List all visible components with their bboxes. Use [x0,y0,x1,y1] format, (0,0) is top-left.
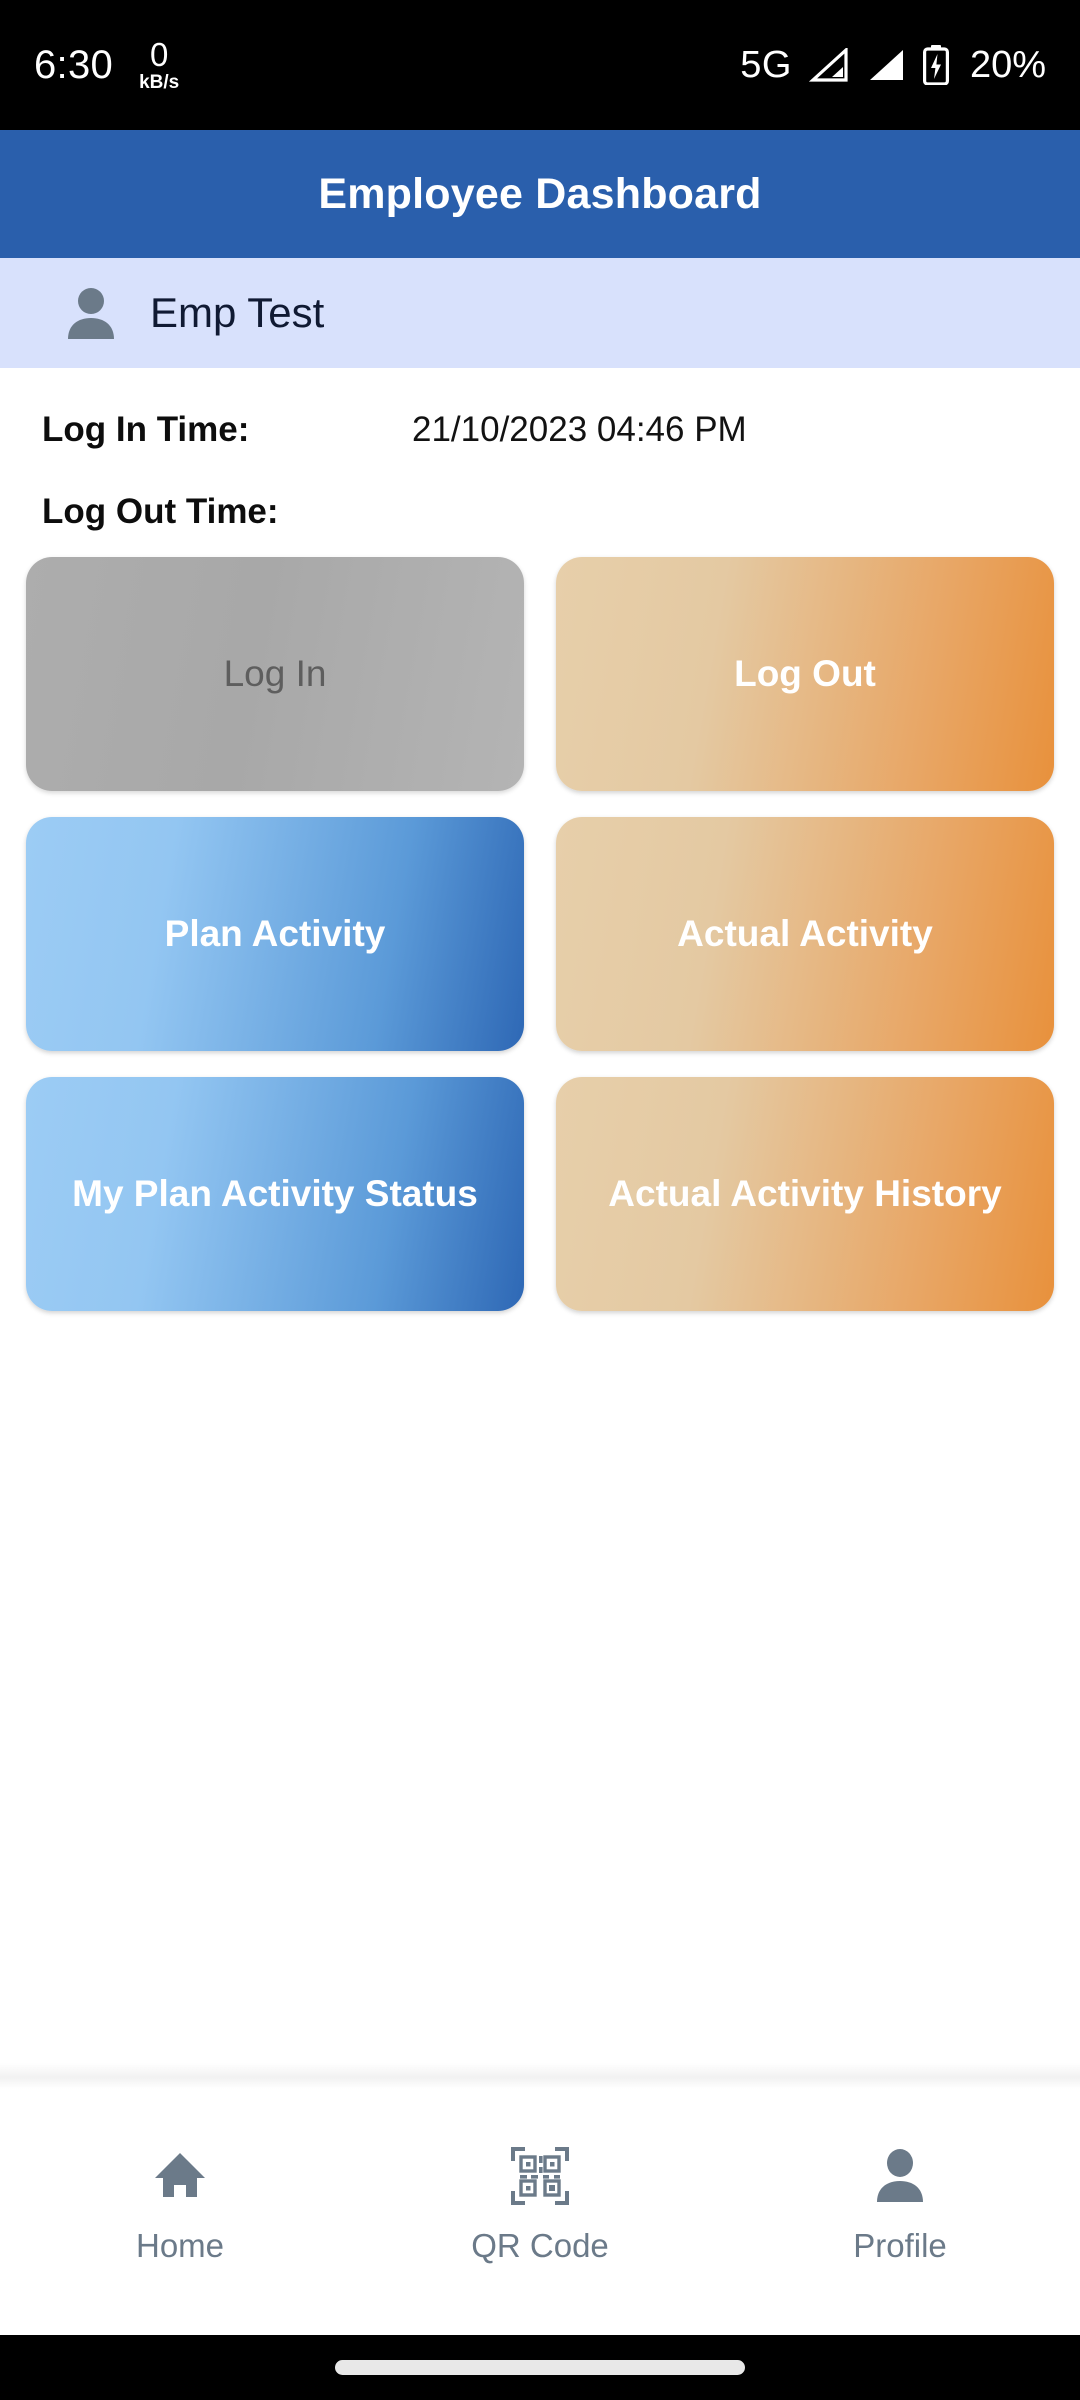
battery-charging-icon [922,45,949,86]
network-speed-value: 0 [149,36,169,73]
signal-bar-partial-icon [808,48,849,82]
logout-time-row: Log Out Time: [0,492,1080,532]
nav-item-qr-code[interactable]: QR Code [440,2145,640,2265]
login-time-label: Log In Time: [42,410,250,449]
login-time-value: 21/10/2023 04:46 PM [412,410,747,449]
user-name-label: Emp Test [150,289,325,336]
qr-code-icon [510,2145,570,2207]
gesture-navigation-bar [0,2335,1080,2400]
actual-activity-button[interactable]: Actual Activity [556,817,1054,1051]
bottom-nav-divider [0,2063,1080,2089]
home-icon [151,2145,209,2207]
nav-label-home: Home [135,2227,225,2264]
gesture-handle[interactable] [335,2360,745,2375]
nav-item-profile[interactable]: Profile [800,2145,1000,2265]
status-bar-clock: 6:30 [34,42,114,87]
user-band: Emp Test [0,258,1080,368]
network-speed-unit: kB/s [139,72,180,93]
nav-label-profile: Profile [853,2227,947,2264]
status-bar-right: 5G 20% [740,44,1046,87]
network-speed-indicator: 0 kB/s [139,38,179,92]
action-tile-grid: Log In Log Out Plan Activity Actual Acti… [26,557,1054,1311]
plan-activity-button[interactable]: Plan Activity [26,817,524,1051]
log-out-button[interactable]: Log Out [556,557,1054,791]
nav-label-qr-code: QR Code [471,2227,609,2264]
actual-activity-history-button[interactable]: Actual Activity History [556,1077,1054,1311]
battery-percent-label: 20% [969,43,1046,86]
my-plan-activity-status-button[interactable]: My Plan Activity Status [26,1077,524,1311]
log-in-button[interactable]: Log In [26,557,524,791]
network-type-label: 5G [740,43,792,86]
status-bar: 6:30 0 kB/s 5G 20% [0,0,1080,130]
logout-time-label: Log Out Time: [42,492,279,531]
phone-screen: 6:30 0 kB/s 5G 20% Employee Dashboard Em… [0,0,1080,2400]
bottom-navigation-bar: Home QR Code Profile [0,2089,1080,2335]
status-bar-left: 6:30 0 kB/s [34,38,179,92]
time-info-section: Log In Time: 21/10/2023 04:46 PM Log Out… [0,368,1080,532]
app-bar: Employee Dashboard [0,130,1080,258]
signal-bar-full-icon [866,48,906,82]
nav-item-home[interactable]: Home [80,2145,280,2265]
login-time-row: Log In Time: 21/10/2023 04:46 PM [0,410,1080,450]
person-icon [64,285,118,341]
person-icon [872,2145,928,2207]
page-title: Employee Dashboard [318,169,762,218]
